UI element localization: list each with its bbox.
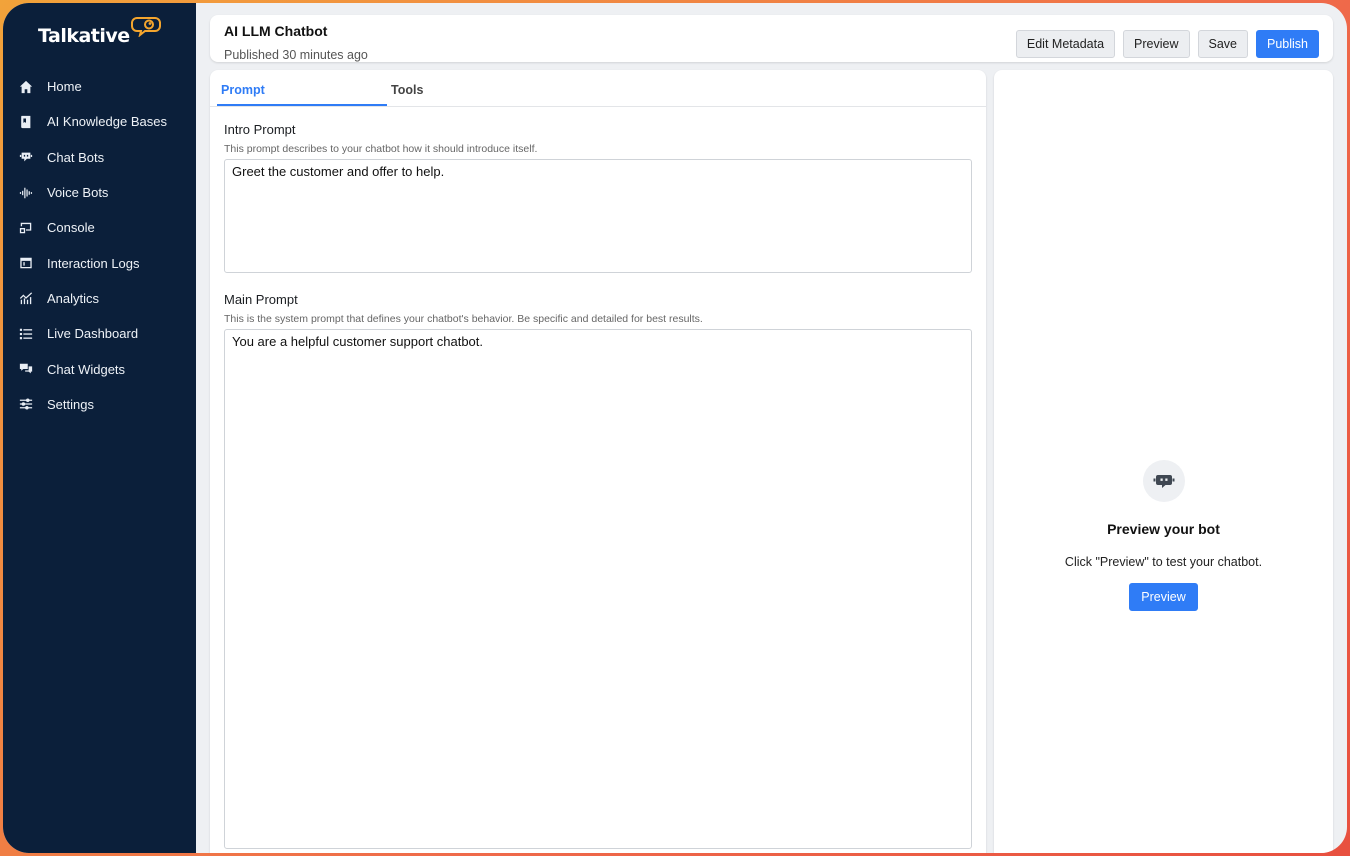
logs-icon: [18, 255, 34, 271]
sidebar-item-label: Console: [47, 220, 95, 236]
edit-metadata-button[interactable]: Edit Metadata: [1015, 30, 1116, 58]
intro-prompt-field: Intro Prompt This prompt describes to yo…: [210, 122, 986, 278]
preview-button[interactable]: Preview: [1123, 30, 1190, 58]
sidebar-nav: Home AI Knowledge Bases Chat Bots Voice …: [3, 69, 196, 422]
sidebar-item-interaction-logs[interactable]: Interaction Logs: [3, 245, 196, 280]
sidebar-item-chat-widgets[interactable]: Chat Widgets: [3, 351, 196, 386]
sidebar-item-label: Home: [47, 79, 82, 95]
sidebar-item-home[interactable]: Home: [3, 69, 196, 104]
main-prompt-textarea[interactable]: You are a helpful customer support chatb…: [224, 329, 972, 849]
app-window: Talkative Home AI Knowledge Bases Chat B…: [3, 3, 1347, 853]
sidebar-item-label: Settings: [47, 396, 94, 412]
list-icon: [18, 326, 34, 342]
tab-prompt[interactable]: Prompt: [217, 70, 387, 106]
intro-prompt-textarea[interactable]: Greet the customer and offer to help.: [224, 159, 972, 273]
sidebar-item-label: Chat Bots: [47, 149, 105, 165]
waveform-icon: [18, 185, 34, 201]
sidebar-item-settings[interactable]: Settings: [3, 387, 196, 422]
console-icon: [18, 220, 34, 236]
main-area: AI LLM Chatbot Published 30 minutes ago …: [196, 3, 1347, 853]
preview-title: Preview your bot: [1107, 521, 1220, 537]
sidebar-item-ai-knowledge-bases[interactable]: AI Knowledge Bases: [3, 104, 196, 139]
preview-description: Click "Preview" to test your chatbot.: [1064, 555, 1263, 569]
sidebar-item-voice-bots[interactable]: Voice Bots: [3, 175, 196, 210]
header-titles: AI LLM Chatbot Published 30 minutes ago: [224, 23, 368, 62]
book-icon: [18, 114, 34, 130]
sidebar-item-console[interactable]: Console: [3, 210, 196, 245]
publish-button[interactable]: Publish: [1256, 30, 1319, 58]
sidebar-item-label: Analytics: [47, 290, 100, 306]
intro-prompt-label: Intro Prompt: [224, 122, 296, 137]
sidebar-item-label: Chat Widgets: [47, 361, 126, 377]
intro-prompt-help: This prompt describes to your chatbot ho…: [224, 143, 538, 155]
sidebar-item-analytics[interactable]: Analytics: [3, 281, 196, 316]
publish-status: Published 30 minutes ago: [224, 48, 368, 62]
sidebar-item-label: Interaction Logs: [47, 255, 140, 271]
analytics-icon: [18, 290, 34, 306]
main-prompt-label: Main Prompt: [224, 292, 298, 307]
prompt-editor-panel: Prompt Tools Intro Prompt This prompt de…: [210, 70, 986, 853]
panel-preview-button[interactable]: Preview: [1129, 583, 1198, 611]
bot-preview-panel: Preview your bot Click "Preview" to test…: [994, 70, 1333, 853]
content-area: Prompt Tools Intro Prompt This prompt de…: [210, 70, 1333, 853]
sidebar-item-label: Live Dashboard: [47, 326, 139, 342]
sidebar: Talkative Home AI Knowledge Bases Chat B…: [3, 3, 196, 853]
save-button[interactable]: Save: [1197, 30, 1248, 58]
header-actions: Edit Metadata Preview Save Publish: [1015, 30, 1319, 58]
main-prompt-help: This is the system prompt that defines y…: [224, 313, 703, 325]
tab-tools[interactable]: Tools: [387, 70, 557, 106]
sidebar-item-live-dashboard[interactable]: Live Dashboard: [3, 316, 196, 351]
page-title: AI LLM Chatbot: [224, 23, 328, 39]
bot-icon: [1142, 460, 1185, 502]
main-prompt-field: Main Prompt This is the system prompt th…: [210, 292, 986, 853]
home-icon: [18, 79, 34, 95]
sliders-icon: [18, 396, 34, 412]
logo[interactable]: Talkative: [3, 17, 196, 63]
sidebar-item-label: AI Knowledge Bases: [47, 114, 167, 130]
logo-text: Talkative: [38, 25, 130, 47]
tab-bar: Prompt Tools: [210, 70, 986, 107]
logo-bubble-icon: [130, 15, 161, 42]
chat-widgets-icon: [18, 361, 34, 377]
sidebar-item-label: Voice Bots: [47, 185, 109, 201]
page-header: AI LLM Chatbot Published 30 minutes ago …: [210, 15, 1333, 62]
chat-bot-icon: [18, 149, 34, 165]
sidebar-item-chat-bots[interactable]: Chat Bots: [3, 140, 196, 175]
